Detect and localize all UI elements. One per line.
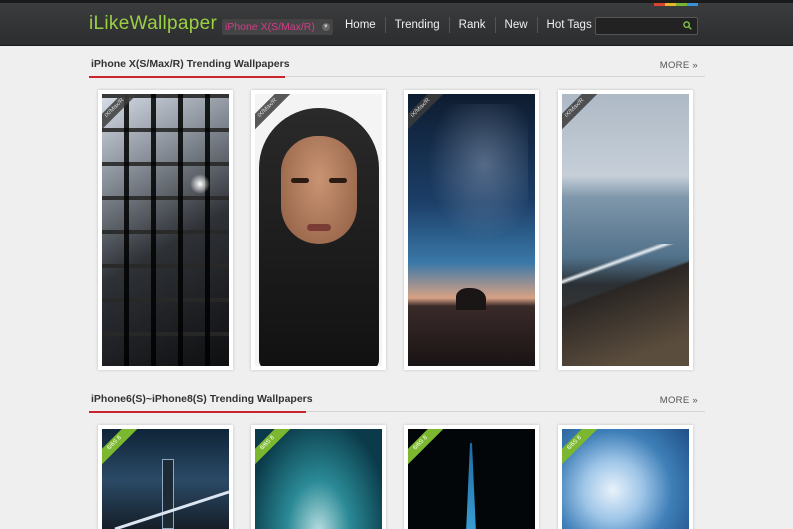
search-icon[interactable] xyxy=(683,21,692,30)
top-navbar: iLikeWallpaper iPhone X(S/Max/R) ▼ Home … xyxy=(0,0,793,46)
wallpaper-card[interactable]: iX/Max/R xyxy=(404,90,539,370)
device-badge: 6/6S 8 xyxy=(562,429,601,470)
wallpaper-card[interactable]: iX/Max/R xyxy=(558,90,693,370)
device-selector[interactable]: iPhone X(S/Max/R) ▼ xyxy=(222,19,333,35)
wallpaper-thumb-hijab[interactable]: iX/Max/R xyxy=(255,94,382,366)
section-title: iPhone X(S/Max/R) Trending Wallpapers xyxy=(91,58,290,70)
wallpaper-thumb-water-splash[interactable]: 6/6S 8 xyxy=(255,429,382,529)
wallpaper-thumb-milky-way[interactable]: iX/Max/R xyxy=(408,94,535,366)
nav-hot-tags[interactable]: Hot Tags xyxy=(538,17,601,33)
chevron-down-icon: ▼ xyxy=(321,23,330,31)
device-badge: iX/Max/R xyxy=(562,94,601,135)
wallpaper-card[interactable]: iX/Max/R xyxy=(251,90,386,370)
device-selector-label: iPhone X(S/Max/R) xyxy=(225,21,315,33)
site-logo[interactable]: iLikeWallpaper xyxy=(89,13,217,35)
double-chevron-right-icon: » xyxy=(692,395,698,406)
nav-trending[interactable]: Trending xyxy=(386,17,450,33)
color-strip xyxy=(654,3,698,6)
section-header-iphone-6-8: iPhone6(S)~iPhone8(S) Trending Wallpaper… xyxy=(89,390,705,413)
wallpaper-card[interactable]: iX/Max/R xyxy=(98,90,233,370)
more-link[interactable]: MORE » xyxy=(660,395,698,406)
nav-new[interactable]: New xyxy=(496,17,538,33)
wallpaper-thumb-staircase[interactable]: iX/Max/R xyxy=(102,94,229,366)
section-title: iPhone6(S)~iPhone8(S) Trending Wallpaper… xyxy=(91,393,313,405)
search-input[interactable] xyxy=(596,20,680,37)
wallpaper-card[interactable]: 6/6S 8 xyxy=(404,425,539,529)
wallpaper-thumb-blue-swirl[interactable]: 6/6S 8 xyxy=(562,429,689,529)
device-badge: 6/6S 8 xyxy=(408,429,447,470)
device-badge: 6/6S 8 xyxy=(102,429,141,470)
section-title-underline xyxy=(89,411,306,413)
nav-rank[interactable]: Rank xyxy=(450,17,496,33)
wallpaper-thumb-city-bridge[interactable]: 6/6S 8 xyxy=(102,429,229,529)
wallpaper-thumb-black-beach[interactable]: iX/Max/R xyxy=(562,94,689,366)
search-box xyxy=(595,17,698,37)
wallpaper-card[interactable]: 6/6S 8 xyxy=(558,425,693,529)
nav-home[interactable]: Home xyxy=(336,17,386,33)
wallpaper-card[interactable]: 6/6S 8 xyxy=(251,425,386,529)
more-link[interactable]: MORE » xyxy=(660,60,698,71)
main-nav: Home Trending Rank New Hot Tags xyxy=(336,17,601,33)
double-chevron-right-icon: » xyxy=(692,60,698,71)
wallpaper-card[interactable]: 6/6S 8 xyxy=(98,425,233,529)
device-badge: iX/Max/R xyxy=(102,94,141,135)
section-title-underline xyxy=(89,76,285,78)
wallpaper-thumb-dubai-tower[interactable]: 6/6S 8 xyxy=(408,429,535,529)
section-header-iphone-x: iPhone X(S/Max/R) Trending Wallpapers MO… xyxy=(89,55,705,78)
more-label: MORE xyxy=(659,395,690,406)
device-badge: 6/6S 8 xyxy=(255,429,294,470)
more-label: MORE xyxy=(659,60,690,71)
